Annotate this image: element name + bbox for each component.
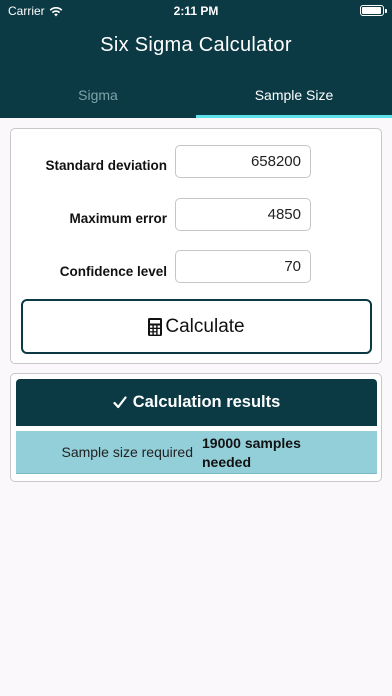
result-row-sample-size: Sample size required 19000 samples neede… <box>16 431 377 474</box>
sample-size-label: Sample size required <box>61 444 193 460</box>
sample-size-value: 19000 samples needed <box>202 435 301 470</box>
status-time: 2:11 PM <box>173 4 219 18</box>
calculate-button[interactable]: Calculate <box>21 299 372 354</box>
tab-sigma[interactable]: Sigma <box>0 84 196 118</box>
standard-deviation-label: Standard deviation <box>45 158 167 173</box>
confidence-level-label: Confidence level <box>59 264 167 279</box>
input-card: Standard deviation Maximum error Confide… <box>10 128 382 364</box>
app-header: Carrier 2:11 PM Six Sigma Calculator Sig… <box>0 0 392 118</box>
calculator-icon <box>148 317 163 336</box>
page-title: Six Sigma Calculator <box>100 34 292 56</box>
calculate-button-label: Calculate <box>165 315 245 337</box>
standard-deviation-input[interactable] <box>175 145 311 178</box>
maximum-error-label: Maximum error <box>69 211 167 226</box>
battery-level <box>362 7 381 14</box>
confidence-level-input[interactable] <box>175 250 311 283</box>
tab-sample-size[interactable]: Sample Size <box>196 84 392 118</box>
results-header: Calculation results <box>16 379 377 426</box>
results-header-label: Calculation results <box>132 393 281 411</box>
checkmark-icon <box>113 396 127 409</box>
active-tab-indicator <box>196 115 392 118</box>
status-bar: Carrier 2:11 PM <box>0 0 392 22</box>
battery-icon <box>360 5 387 16</box>
results-card: Calculation results Sample size required… <box>10 373 382 482</box>
maximum-error-input[interactable] <box>175 198 311 231</box>
